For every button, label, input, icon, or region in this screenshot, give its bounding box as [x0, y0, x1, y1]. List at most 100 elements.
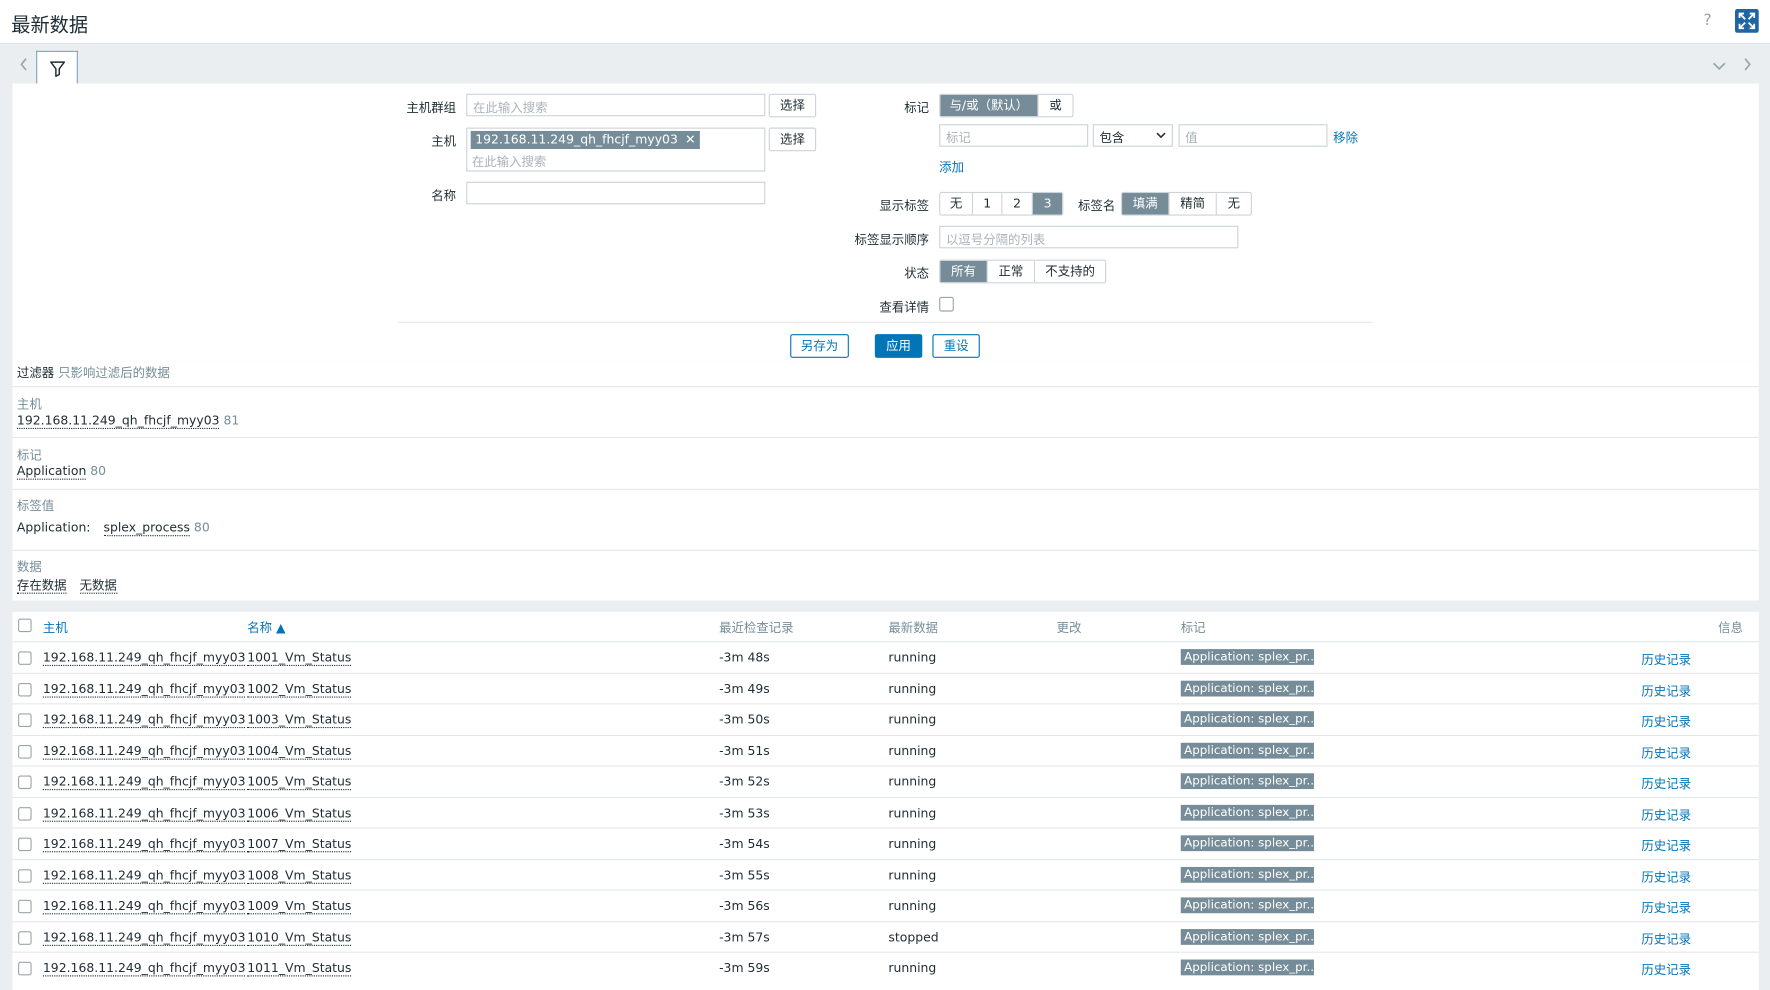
- column-name[interactable]: 名称 ▲: [247, 619, 285, 637]
- row-checkbox[interactable]: [18, 837, 32, 852]
- row-tag-badge[interactable]: Application: splex_pr...: [1180, 835, 1314, 852]
- chevron-left-icon[interactable]: [18, 56, 29, 76]
- row-checkbox[interactable]: [18, 682, 32, 696]
- row-host[interactable]: 192.168.11.249_qh_fhcjf_myy03: [42, 960, 246, 977]
- tag-value-input[interactable]: 值: [1178, 124, 1328, 147]
- row-history-link[interactable]: 历史记录: [1641, 774, 1691, 792]
- select-all-checkbox[interactable]: [18, 618, 32, 633]
- row-name[interactable]: 1002_Vm_Status: [247, 681, 352, 698]
- subfilter-hosts-value[interactable]: 192.168.11.249_qh_fhcjf_myy03: [16, 413, 220, 429]
- tags-mode-andor[interactable]: 与/或（默认）: [940, 94, 1039, 117]
- subfilter-tags-value[interactable]: Application: [16, 463, 87, 480]
- row-checkbox[interactable]: [18, 868, 32, 883]
- tag-remove-link[interactable]: 移除: [1333, 129, 1358, 147]
- row-history-link[interactable]: 历史记录: [1641, 712, 1691, 730]
- show-tags-toggle[interactable]: 无 1 2 3: [939, 191, 1064, 216]
- chevron-down-icon[interactable]: [1711, 59, 1727, 77]
- reset-button[interactable]: 重设: [932, 334, 980, 358]
- row-name[interactable]: 1001_Vm_Status: [247, 650, 352, 667]
- close-icon[interactable]: ✕: [685, 132, 695, 147]
- row-tag-badge[interactable]: Application: splex_pr...: [1180, 742, 1314, 759]
- hosts-select-button[interactable]: 选择: [768, 127, 817, 152]
- row-name[interactable]: 1006_Vm_Status: [247, 805, 352, 822]
- show-tags-1[interactable]: 1: [973, 193, 1003, 215]
- row-host[interactable]: 192.168.11.249_qh_fhcjf_myy03: [42, 898, 246, 915]
- row-host[interactable]: 192.168.11.249_qh_fhcjf_myy03: [42, 836, 246, 853]
- show-tags-none[interactable]: 无: [940, 193, 974, 215]
- row-host[interactable]: 192.168.11.249_qh_fhcjf_myy03: [42, 774, 246, 791]
- row-tag-badge[interactable]: Application: splex_pr...: [1180, 649, 1314, 665]
- row-history-link[interactable]: 历史记录: [1641, 650, 1691, 668]
- help-icon[interactable]: ?: [1703, 11, 1711, 29]
- row-history-link[interactable]: 历史记录: [1641, 836, 1691, 854]
- tag-name-full[interactable]: 填满: [1122, 193, 1170, 215]
- subfilter-tagvalues-value[interactable]: splex_process: [103, 520, 190, 537]
- tag-name-short[interactable]: 精简: [1169, 193, 1217, 215]
- subfilter-tagvalues-item[interactable]: Application: splex_process 80: [17, 520, 210, 537]
- row-host[interactable]: 192.168.11.249_qh_fhcjf_myy03: [42, 681, 246, 698]
- subfilter-data-with[interactable]: 存在数据: [16, 577, 67, 594]
- show-tags-2[interactable]: 2: [1002, 193, 1033, 215]
- save-as-button[interactable]: 另存为: [790, 334, 849, 358]
- row-host[interactable]: 192.168.11.249_qh_fhcjf_myy03: [42, 650, 246, 667]
- row-checkbox[interactable]: [18, 899, 32, 914]
- row-tag-badge[interactable]: Application: splex_pr...: [1180, 866, 1314, 883]
- row-name[interactable]: 1008_Vm_Status: [247, 867, 352, 884]
- apply-button[interactable]: 应用: [874, 334, 923, 358]
- tag-name-none[interactable]: 无: [1216, 193, 1251, 215]
- row-checkbox[interactable]: [18, 775, 32, 790]
- host-groups-select-button[interactable]: 选择: [768, 93, 817, 118]
- row-checkbox[interactable]: [18, 806, 32, 821]
- filter-tab[interactable]: [36, 50, 78, 85]
- row-host[interactable]: 192.168.11.249_qh_fhcjf_myy03: [42, 712, 246, 729]
- subfilter-hosts-item[interactable]: 192.168.11.249_qh_fhcjf_myy03 81: [16, 413, 239, 429]
- row-checkbox[interactable]: [18, 744, 32, 759]
- row-checkbox[interactable]: [18, 930, 32, 945]
- row-name[interactable]: 1003_Vm_Status: [247, 712, 352, 729]
- chevron-right-icon[interactable]: [1742, 56, 1753, 76]
- subfilter-data-without[interactable]: 无数据: [79, 577, 117, 594]
- state-toggle[interactable]: 所有 正常 不支持的: [939, 259, 1107, 284]
- row-name[interactable]: 1009_Vm_Status: [247, 898, 352, 915]
- row-tag-badge[interactable]: Application: splex_pr...: [1180, 804, 1314, 821]
- row-history-link[interactable]: 历史记录: [1641, 681, 1691, 699]
- row-history-link[interactable]: 历史记录: [1641, 743, 1691, 761]
- tag-add-link[interactable]: 添加: [939, 158, 964, 176]
- row-tag-badge[interactable]: Application: splex_pr...: [1180, 711, 1314, 727]
- show-details-checkbox[interactable]: [939, 296, 954, 312]
- row-tag-badge[interactable]: Application: splex_pr...: [1180, 680, 1314, 696]
- state-all[interactable]: 所有: [940, 260, 988, 283]
- tags-mode-or[interactable]: 或: [1038, 94, 1073, 117]
- row-tag-badge[interactable]: Application: splex_pr...: [1180, 928, 1314, 945]
- name-input[interactable]: [466, 181, 766, 205]
- subfilter-tags-item[interactable]: Application 80: [16, 463, 106, 480]
- row-tag-badge[interactable]: Application: splex_pr...: [1180, 773, 1314, 790]
- tag-priority-input[interactable]: 以逗号分隔的列表: [939, 225, 1239, 249]
- show-tags-3[interactable]: 3: [1032, 193, 1063, 215]
- row-history-link[interactable]: 历史记录: [1641, 899, 1691, 917]
- row-history-link[interactable]: 历史记录: [1641, 805, 1691, 823]
- row-tag-badge[interactable]: Application: splex_pr...: [1180, 897, 1314, 914]
- row-name[interactable]: 1007_Vm_Status: [247, 836, 352, 853]
- row-name[interactable]: 1004_Vm_Status: [247, 743, 352, 760]
- row-host[interactable]: 192.168.11.249_qh_fhcjf_myy03: [42, 743, 246, 760]
- state-unsupported[interactable]: 不支持的: [1035, 260, 1106, 283]
- row-history-link[interactable]: 历史记录: [1641, 868, 1691, 886]
- tags-mode-toggle[interactable]: 与/或（默认） 或: [939, 93, 1074, 118]
- column-host[interactable]: 主机: [43, 619, 68, 637]
- row-checkbox[interactable]: [18, 713, 32, 727]
- row-host[interactable]: 192.168.11.249_qh_fhcjf_myy03: [42, 867, 246, 884]
- row-checkbox[interactable]: [18, 651, 32, 665]
- row-history-link[interactable]: 历史记录: [1641, 961, 1691, 979]
- state-normal[interactable]: 正常: [987, 260, 1036, 283]
- tag-name-input[interactable]: 标记: [939, 124, 1089, 147]
- fullscreen-icon[interactable]: [1735, 9, 1759, 33]
- row-checkbox[interactable]: [18, 961, 32, 976]
- row-name[interactable]: 1010_Vm_Status: [247, 929, 352, 946]
- row-tag-badge[interactable]: Application: splex_pr...: [1180, 959, 1314, 976]
- tag-name-toggle[interactable]: 填满 精简 无: [1120, 191, 1252, 216]
- host-groups-input[interactable]: 在此输入搜索: [466, 93, 766, 117]
- row-name[interactable]: 1011_Vm_Status: [247, 960, 352, 977]
- row-host[interactable]: 192.168.11.249_qh_fhcjf_myy03: [42, 805, 246, 822]
- tag-operator-select[interactable]: 包含: [1092, 124, 1173, 147]
